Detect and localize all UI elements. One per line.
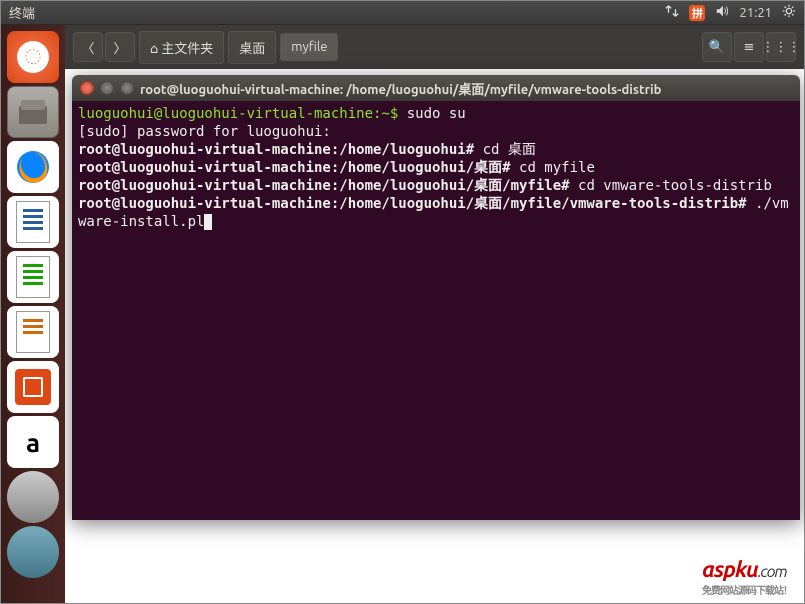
watermark-tagline: 免费网站源码下载站！	[702, 582, 792, 597]
terminal-command: cd 桌面	[483, 142, 536, 158]
cursor-icon	[204, 214, 212, 230]
terminal-command: cd vmware-tools-distrib	[578, 178, 772, 194]
active-app-title: 终端	[9, 3, 35, 22]
watermark: aspku.com 免费网站源码下载站！	[702, 557, 792, 597]
libreoffice-calc-icon[interactable]	[7, 251, 59, 303]
terminal-body[interactable]: luoguohui@luoguohui-virtual-machine:~$ s…	[72, 101, 800, 520]
terminal-title: root@luoguohui-virtual-machine: /home/lu…	[140, 79, 661, 98]
terminal-command: cd myfile	[519, 160, 595, 176]
maximize-icon[interactable]	[120, 81, 134, 95]
watermark-brand: aspku	[702, 557, 758, 582]
back-button[interactable]: 〈	[73, 32, 103, 62]
terminal-prompt: luoguohui@luoguohui-virtual-machine:~$	[78, 106, 407, 122]
software-center-icon[interactable]	[7, 361, 59, 413]
terminal-output: [sudo] password for luoguohui:	[78, 124, 339, 140]
amazon-icon[interactable]: a	[7, 416, 59, 468]
terminal-prompt: root@luoguohui-virtual-machine:/home/luo…	[78, 160, 519, 176]
volume-icon[interactable]	[715, 4, 729, 21]
network-icon[interactable]	[665, 4, 679, 21]
gear-icon[interactable]	[782, 4, 796, 21]
breadcrumb-myfile[interactable]: myfile	[280, 33, 338, 61]
forward-button[interactable]: 〉	[105, 32, 135, 62]
terminal-titlebar[interactable]: root@luoguohui-virtual-machine: /home/lu…	[72, 75, 800, 101]
disc2-icon[interactable]	[7, 526, 59, 578]
terminal-prompt: root@luoguohui-virtual-machine:/home/luo…	[78, 142, 483, 158]
breadcrumb-desktop[interactable]: 桌面	[228, 31, 276, 64]
grid-view-button[interactable]: ⋮⋮⋮	[766, 32, 796, 62]
terminal-command: sudo su	[407, 106, 466, 122]
clock[interactable]: 21:21	[739, 6, 772, 20]
libreoffice-writer-icon[interactable]	[7, 196, 59, 248]
libreoffice-impress-icon[interactable]	[7, 306, 59, 358]
dash-icon[interactable]: ◌	[7, 31, 59, 83]
files-app-icon[interactable]	[7, 86, 59, 138]
terminal-prompt: root@luoguohui-virtual-machine:/home/luo…	[78, 196, 755, 212]
search-button[interactable]: 🔍	[702, 32, 732, 62]
terminal-window: root@luoguohui-virtual-machine: /home/lu…	[72, 75, 800, 520]
watermark-domain: .com	[758, 563, 787, 581]
home-icon: ⌂	[150, 42, 161, 56]
list-view-button[interactable]: ≡	[734, 32, 764, 62]
firefox-icon[interactable]	[7, 141, 59, 193]
input-method-icon[interactable]: 拼	[689, 5, 705, 21]
system-tray: 拼 21:21	[665, 4, 796, 21]
disc-icon[interactable]	[7, 471, 59, 523]
file-manager-toolbar: 〈 〉 ⌂ 主文件夹 桌面 myfile 🔍 ≡ ⋮⋮⋮	[65, 25, 804, 69]
unity-launcher: ◌ a	[1, 25, 65, 603]
breadcrumb-home[interactable]: ⌂ 主文件夹	[139, 31, 224, 64]
top-menubar: 终端 拼 21:21	[1, 1, 804, 25]
minimize-icon[interactable]	[100, 81, 114, 95]
terminal-prompt: root@luoguohui-virtual-machine:/home/luo…	[78, 178, 578, 194]
close-icon[interactable]	[80, 81, 94, 95]
